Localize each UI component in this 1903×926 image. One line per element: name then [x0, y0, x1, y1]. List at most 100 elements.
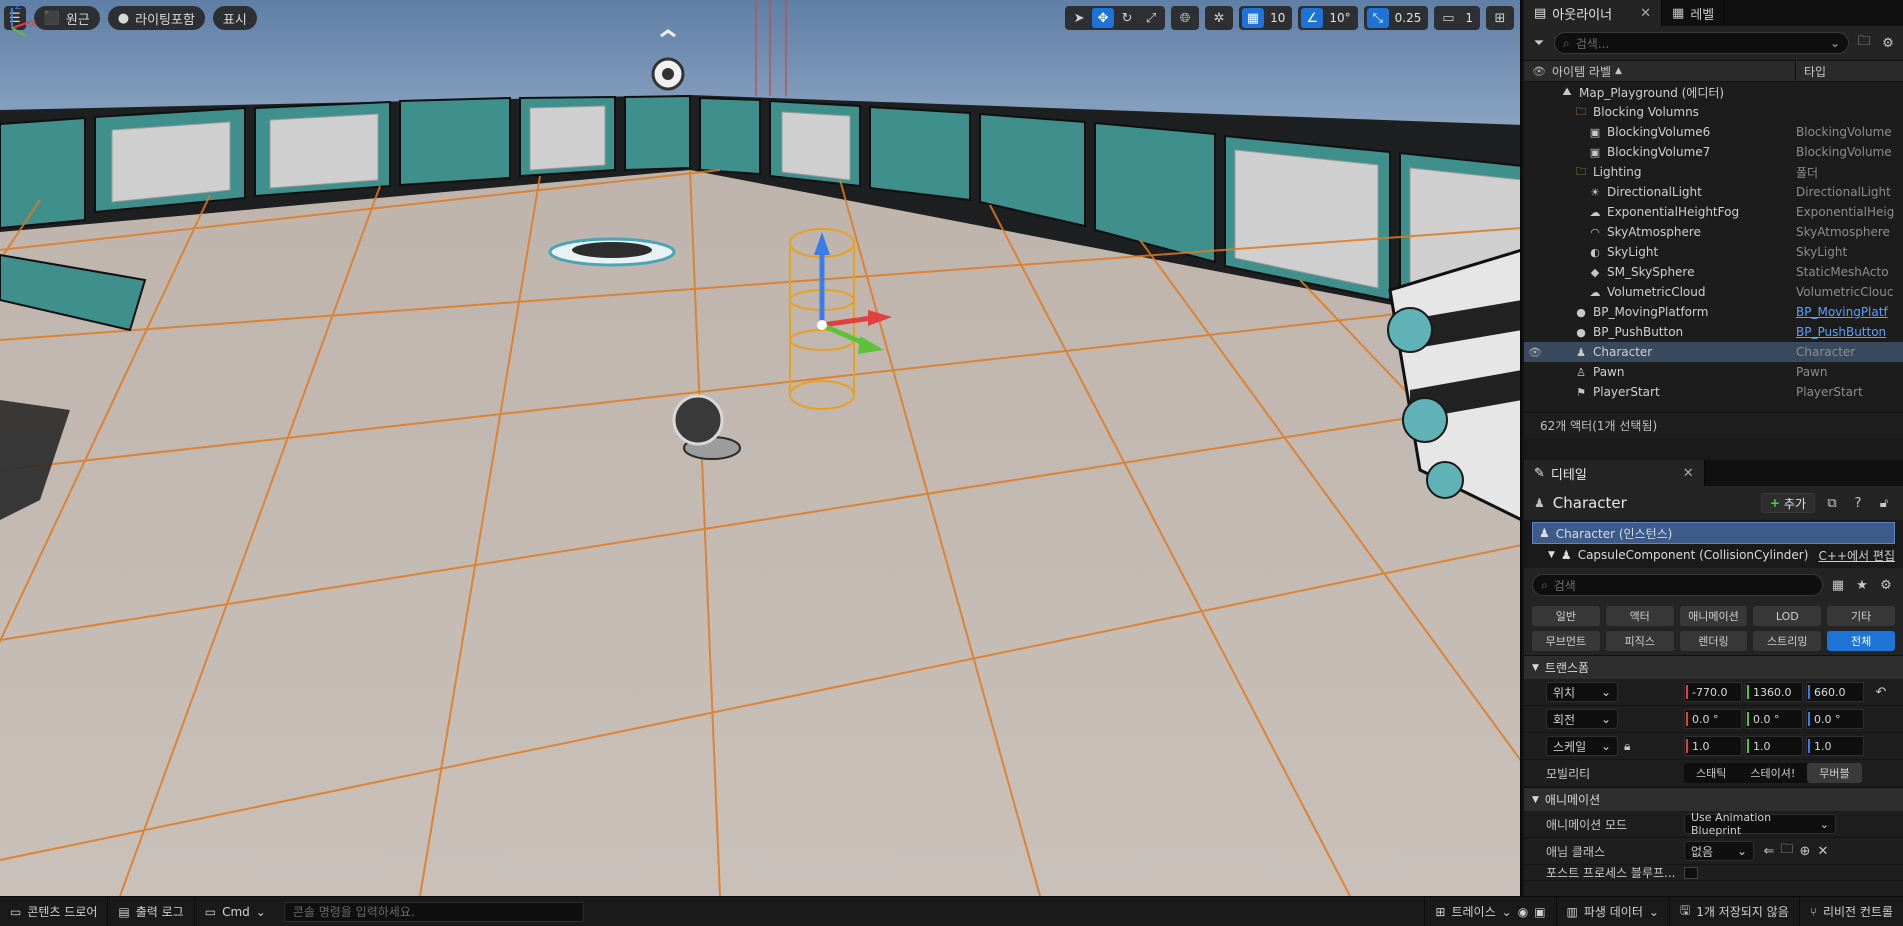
outliner-row[interactable]: ☁ VolumetricCloud VolumetricClouc [1524, 282, 1903, 302]
use-selected-icon[interactable]: ⇐ [1760, 844, 1778, 859]
content-drawer-button[interactable]: ▭ 콘텐츠 드로어 [0, 897, 109, 926]
rotation-dropdown[interactable]: 회전 ⌄ [1546, 709, 1618, 729]
gear-icon[interactable]: ⚙ [1877, 578, 1895, 593]
category-button[interactable]: 렌더링 [1679, 631, 1748, 651]
category-button[interactable]: 전체 [1827, 631, 1895, 651]
lock-icon[interactable]: 🔓︎ [1875, 496, 1893, 511]
mobility-static[interactable]: 스태틱 [1684, 763, 1738, 783]
outliner-row[interactable]: ▣ BlockingVolume6 BlockingVolume [1524, 122, 1903, 142]
rotation-z[interactable]: 0.0 ° [1806, 709, 1864, 729]
scale-snap-value[interactable]: 0.25 [1391, 11, 1426, 25]
filter-icon[interactable]: ⏷ [1530, 36, 1548, 51]
camera-speed-value[interactable]: 1 [1461, 11, 1477, 25]
rotation-x[interactable]: 0.0 ° [1684, 709, 1742, 729]
close-icon[interactable]: ✕ [1640, 6, 1651, 21]
outliner-row[interactable]: ◠ SkyAtmosphere SkyAtmosphere [1524, 222, 1903, 242]
component-root[interactable]: ♟ Character (인스턴스) [1532, 522, 1895, 544]
outliner-row[interactable]: ♙ Pawn Pawn [1524, 362, 1903, 382]
outliner-row[interactable]: 🗀︎ Lighting 폴더 [1524, 162, 1903, 182]
add-component-button[interactable]: + 추가 [1760, 493, 1815, 513]
outliner-row[interactable]: ◐ SkyLight SkyLight [1524, 242, 1903, 262]
category-button[interactable]: 애니메이션 [1679, 606, 1748, 626]
cmd-selector[interactable]: ▭ Cmd ⌄ [195, 897, 276, 926]
trace-button[interactable]: ⊞ 트레이스 ⌄ ◉ ▣ [1424, 897, 1557, 926]
section-animation[interactable]: ▼ 애니메이션 [1524, 787, 1903, 811]
location-y[interactable]: 1360.0 [1745, 682, 1803, 702]
add-folder-icon[interactable]: 🗀︎ [1855, 32, 1873, 54]
scale-mode-button[interactable]: ⤢ [1140, 8, 1162, 28]
surface-snap-button[interactable]: ✲ [1208, 8, 1230, 28]
outliner-tree[interactable]: ⛰ Map_Playground (에디터) 🗀︎ Blocking Volumns ▣… [1524, 82, 1903, 412]
tab-levels[interactable]: ▦ 레벨 [1662, 0, 1726, 26]
table-view-icon[interactable]: ▦ [1829, 578, 1847, 593]
grid-snap-toggle[interactable]: ▦ [1242, 8, 1265, 28]
clear-icon[interactable]: ✕ [1814, 844, 1832, 859]
outliner-row[interactable]: 👁︎ ♟ Character Character [1524, 342, 1903, 362]
scale-y[interactable]: 1.0 [1745, 736, 1803, 756]
show-button[interactable]: 표시 [212, 6, 257, 30]
category-button[interactable]: 액터 [1605, 606, 1674, 626]
mobility-stationary[interactable]: 스테이셔! [1738, 763, 1807, 783]
panel-splitter[interactable] [1524, 438, 1903, 460]
visibility-eye-icon[interactable]: 👁︎ [1524, 346, 1546, 359]
outliner-row[interactable]: 🗀︎ Blocking Volumns [1524, 102, 1903, 122]
translate-mode-button[interactable]: ✥ [1092, 8, 1115, 28]
location-dropdown[interactable]: 위치 ⌄ [1546, 682, 1618, 702]
reset-icon[interactable]: ↶ [1872, 685, 1890, 700]
section-transform[interactable]: ▼ 트랜스폼 [1524, 655, 1903, 679]
category-button[interactable]: 피직스 [1605, 631, 1674, 651]
outliner-row-type[interactable]: BP_MovingPlatf [1796, 305, 1896, 319]
outliner-row[interactable]: ▣ BlockingVolume7 BlockingVolume [1524, 142, 1903, 162]
outliner-search-input[interactable]: ⌕ 검색... ⌄ [1554, 32, 1849, 54]
category-button[interactable]: 기타 [1827, 606, 1895, 626]
angle-snap-toggle[interactable]: ∠ [1301, 8, 1324, 28]
world-space-button[interactable]: 🌐︎ [1174, 8, 1196, 28]
animation-mode-dropdown[interactable]: Use Animation Blueprint ⌄ [1684, 811, 1836, 837]
expand-arrow-icon[interactable]: ▼ [1548, 550, 1555, 560]
scale-dropdown[interactable]: 스케일 ⌄ [1546, 736, 1618, 756]
star-icon[interactable]: ★ [1853, 578, 1871, 593]
edit-in-cpp-link[interactable]: C++에서 편집 [1819, 547, 1895, 564]
rotation-y[interactable]: 0.0 ° [1745, 709, 1803, 729]
output-log-button[interactable]: ▤ 출력 로그 [108, 897, 195, 926]
category-button[interactable]: 스트리밍 [1753, 631, 1822, 651]
perspective-button[interactable]: ⬛ 원근 [33, 6, 100, 30]
gear-icon[interactable]: ⚙ [1879, 36, 1897, 51]
outliner-row-type[interactable]: BP_PushButton [1796, 325, 1896, 339]
add-icon[interactable]: ⊕ [1796, 844, 1814, 859]
angle-snap-value[interactable]: 10° [1325, 11, 1354, 25]
post-process-checkbox[interactable] [1684, 866, 1698, 879]
location-z[interactable]: 660.0 [1806, 682, 1864, 702]
column-type[interactable]: 타입 [1796, 63, 1826, 80]
viewport-layout-button[interactable]: ⊞ [1489, 8, 1511, 28]
revision-control-button[interactable]: ⑂ 리비전 컨트롤 [1800, 897, 1903, 926]
scale-x[interactable]: 1.0 [1684, 736, 1742, 756]
tab-details[interactable]: ✎ 디테일 ✕ [1524, 460, 1705, 486]
blueprint-icon[interactable]: ⧉ [1823, 496, 1841, 511]
category-button[interactable]: 일반 [1532, 606, 1600, 626]
scale-snap-toggle[interactable]: ⤡ [1366, 8, 1389, 28]
outliner-row[interactable]: ● BP_MovingPlatform BP_MovingPlatf [1524, 302, 1903, 322]
details-search-input[interactable]: ⌕ 검색 [1532, 574, 1823, 596]
unsaved-button[interactable]: 🖫︎ 1개 저장되지 않음 [1670, 897, 1800, 926]
component-capsule[interactable]: ▼ ♟ CapsuleComponent (CollisionCylinder)… [1532, 544, 1895, 566]
outliner-row[interactable]: ● BP_PushButton BP_PushButton [1524, 322, 1903, 342]
console-input[interactable]: 콘솔 명령을 입력하세요. [283, 901, 584, 922]
column-item-label[interactable]: 👁︎ 아이템 라벨 ▲ [1524, 61, 1796, 81]
outliner-row[interactable]: ⚑ PlayerStart PlayerStart [1524, 382, 1903, 402]
outliner-row[interactable]: ⛰ Map_Playground (에디터) [1524, 82, 1903, 102]
category-button[interactable]: 무브먼트 [1532, 631, 1600, 651]
outliner-row[interactable]: ☁ ExponentialHeightFog ExponentialHeig [1524, 202, 1903, 222]
tab-outliner[interactable]: ▤ 아웃라이너 ✕ [1524, 0, 1663, 26]
chevron-down-icon[interactable]: ⌄ [1830, 36, 1840, 50]
outliner-row[interactable]: ◆ SM_SkySphere StaticMeshActo [1524, 262, 1903, 282]
mobility-movable[interactable]: 무버블 [1807, 763, 1862, 783]
help-icon[interactable]: ? [1849, 496, 1867, 511]
location-x[interactable]: -770.0 [1684, 682, 1742, 702]
viewport-scene[interactable] [0, 0, 1522, 896]
browse-icon[interactable]: 🗀︎ [1778, 840, 1796, 862]
grid-snap-value[interactable]: 10 [1266, 11, 1289, 25]
rotate-mode-button[interactable]: ↻ [1116, 8, 1138, 28]
lock-icon[interactable]: 🔒︎ [1624, 739, 1630, 754]
outliner-row[interactable]: ☀ DirectionalLight DirectionalLight [1524, 182, 1903, 202]
